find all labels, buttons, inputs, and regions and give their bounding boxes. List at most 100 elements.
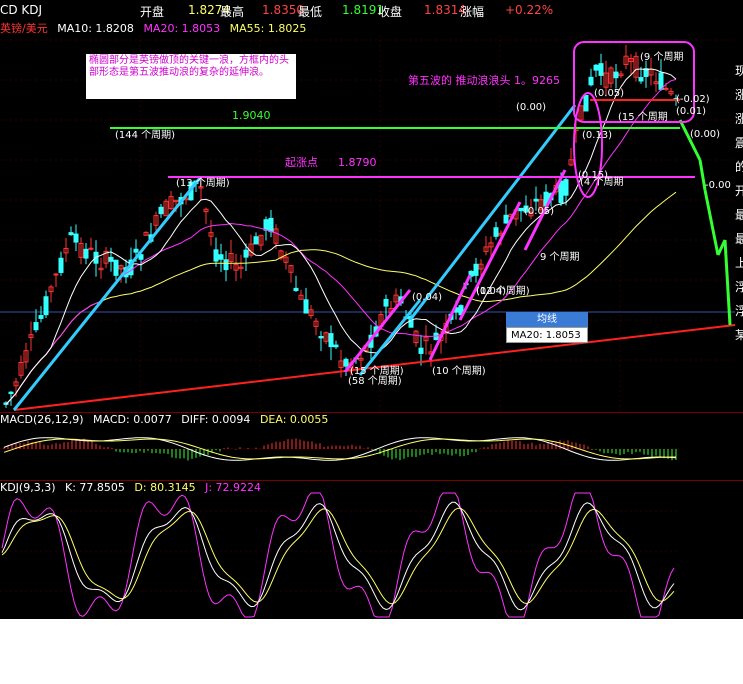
high-label: 最高 xyxy=(220,5,245,19)
candle-body xyxy=(663,87,669,90)
kdj-header: KDJ(9,3,3) K: 77.8505 D: 80.3145 J: 72.9… xyxy=(0,481,267,494)
right-side-label: 震 xyxy=(735,136,743,150)
j-line xyxy=(1,492,675,618)
kdj-params: KDJ(9,3,3) xyxy=(0,481,56,494)
period-58-label: (58 个周期) xyxy=(348,375,402,387)
value-013-label: (0.13) xyxy=(582,130,612,141)
level-mid-name: 起涨点 xyxy=(285,156,318,169)
candle-body xyxy=(58,257,64,273)
tooltip-header: 均线 xyxy=(506,312,588,327)
right-side-label: 浮 xyxy=(735,280,743,294)
dea-readout: DEA: 0.0055 xyxy=(259,413,329,426)
ma55-readout: MA55: 1.8025 xyxy=(229,22,307,35)
value-005-label: (0.05) xyxy=(594,88,624,99)
low-label: 最低 xyxy=(298,5,323,19)
candle-body xyxy=(418,347,424,354)
candle-body xyxy=(328,333,334,348)
right-side-label: 涨 xyxy=(735,112,743,126)
candle-body xyxy=(68,232,74,236)
right-side-label: 浮 xyxy=(735,304,743,318)
proj-line-1 xyxy=(678,119,702,161)
candle-body xyxy=(333,344,339,348)
candle-body xyxy=(213,249,219,262)
candle-body xyxy=(53,273,59,276)
change-value: +0.22% xyxy=(505,3,554,17)
quote-bar: CD KDJ 开盘 1.8274 最高 1.8350 最低 1.8191 收盘 … xyxy=(0,0,743,20)
right-side-label: 开 xyxy=(735,184,743,198)
candle-body xyxy=(8,391,14,395)
candle-body xyxy=(558,180,564,204)
right-side-label: 某 xyxy=(735,328,743,342)
period-9b-label: 9 个周期 xyxy=(540,251,580,263)
candle-body xyxy=(88,247,94,250)
period-10-label: (10 个周期) xyxy=(432,365,486,377)
candle-body xyxy=(343,358,349,367)
candle-body xyxy=(598,63,604,76)
kdj-chart xyxy=(0,492,680,618)
macd-panel[interactable]: MACD(26,12,9) MACD: 0.0077 DIFF: 0.0094 … xyxy=(0,412,743,481)
k-line xyxy=(1,501,675,611)
candle-body xyxy=(638,77,644,82)
d-readout: D: 80.3145 xyxy=(134,481,196,494)
value-001-label: (0.01) xyxy=(676,106,706,117)
candle-body xyxy=(563,179,569,196)
change-label: 涨幅 xyxy=(460,5,485,19)
candle-body xyxy=(583,94,589,112)
macd-params: MACD(26,12,9) xyxy=(0,413,84,426)
candle-body xyxy=(243,249,249,258)
right-side-label: 涨 xyxy=(735,88,743,102)
ma20-tooltip: MA20: 1.8053 xyxy=(506,327,588,343)
value-004b-label: (0.04) xyxy=(476,286,506,297)
right-side-label: 最 xyxy=(735,208,743,222)
candle-body xyxy=(518,207,524,212)
level-mid-label: 1.8790 xyxy=(338,156,377,169)
ma20-readout: MA20: 1.8053 xyxy=(143,22,221,35)
value-minus002-label: (-0.02) xyxy=(676,94,710,105)
candle-body xyxy=(113,259,119,276)
chart-window: CD KDJ 开盘 1.8274 最高 1.8350 最低 1.8191 收盘 … xyxy=(0,0,743,684)
candle-body xyxy=(253,236,259,245)
candle-body xyxy=(83,248,89,259)
price-symbol: 英镑/美元 xyxy=(0,22,48,35)
right-side-label: 上 xyxy=(735,256,743,270)
value-015-label: (0.15) xyxy=(578,170,608,181)
candle-body xyxy=(473,263,479,276)
open-label: 开盘 xyxy=(140,5,165,19)
candle-body xyxy=(658,72,664,90)
candle-body xyxy=(218,254,224,260)
candle-body xyxy=(503,214,509,224)
candle-body xyxy=(263,219,269,231)
period-144-label: (144 个周期) xyxy=(115,129,175,141)
diff-readout: DIFF: 0.0094 xyxy=(181,413,251,426)
candle-body xyxy=(158,206,164,215)
candle-body xyxy=(38,315,44,319)
level-high-label: 1.9040 xyxy=(232,109,271,122)
fifth-wave-label: 第五波的 推动浪浪头 1。9265 xyxy=(408,73,560,87)
ma10-readout: MA10: 1.8208 xyxy=(57,22,134,35)
candle-body xyxy=(293,287,299,292)
value-004-label: (0.04) xyxy=(412,292,442,303)
wave1-line xyxy=(12,177,202,411)
value-neg000-label: -0.00 xyxy=(705,180,731,191)
value-005b-label: (0.05) xyxy=(524,206,554,217)
candle-body xyxy=(133,248,139,253)
period-13-label: (13 个周期) xyxy=(176,177,230,189)
value-000-label: (0.00) xyxy=(690,129,720,140)
kdj-panel[interactable]: KDJ(9,3,3) K: 77.8505 D: 80.3145 J: 72.9… xyxy=(0,480,743,619)
candle-body xyxy=(108,256,114,262)
right-side-label: 现 xyxy=(735,64,743,78)
candle-body xyxy=(33,322,39,331)
candle-body xyxy=(383,298,389,307)
macd-readout: MACD: 0.0077 xyxy=(93,413,172,426)
price-header: 英镑/美元 MA10: 1.8208 MA20: 1.8053 MA55: 1.… xyxy=(0,20,312,36)
right-side-label: 的 xyxy=(735,160,743,174)
candle-body xyxy=(318,336,324,339)
candle-body xyxy=(73,233,79,243)
candle-body xyxy=(268,217,274,233)
candle-body xyxy=(303,299,309,314)
k-readout: K: 77.8505 xyxy=(65,481,125,494)
d-line xyxy=(1,507,675,605)
candle-body xyxy=(593,64,599,71)
period-9a-label: (9 个周期 xyxy=(640,51,683,63)
period-15b-label: (15 个周期 xyxy=(618,111,668,123)
